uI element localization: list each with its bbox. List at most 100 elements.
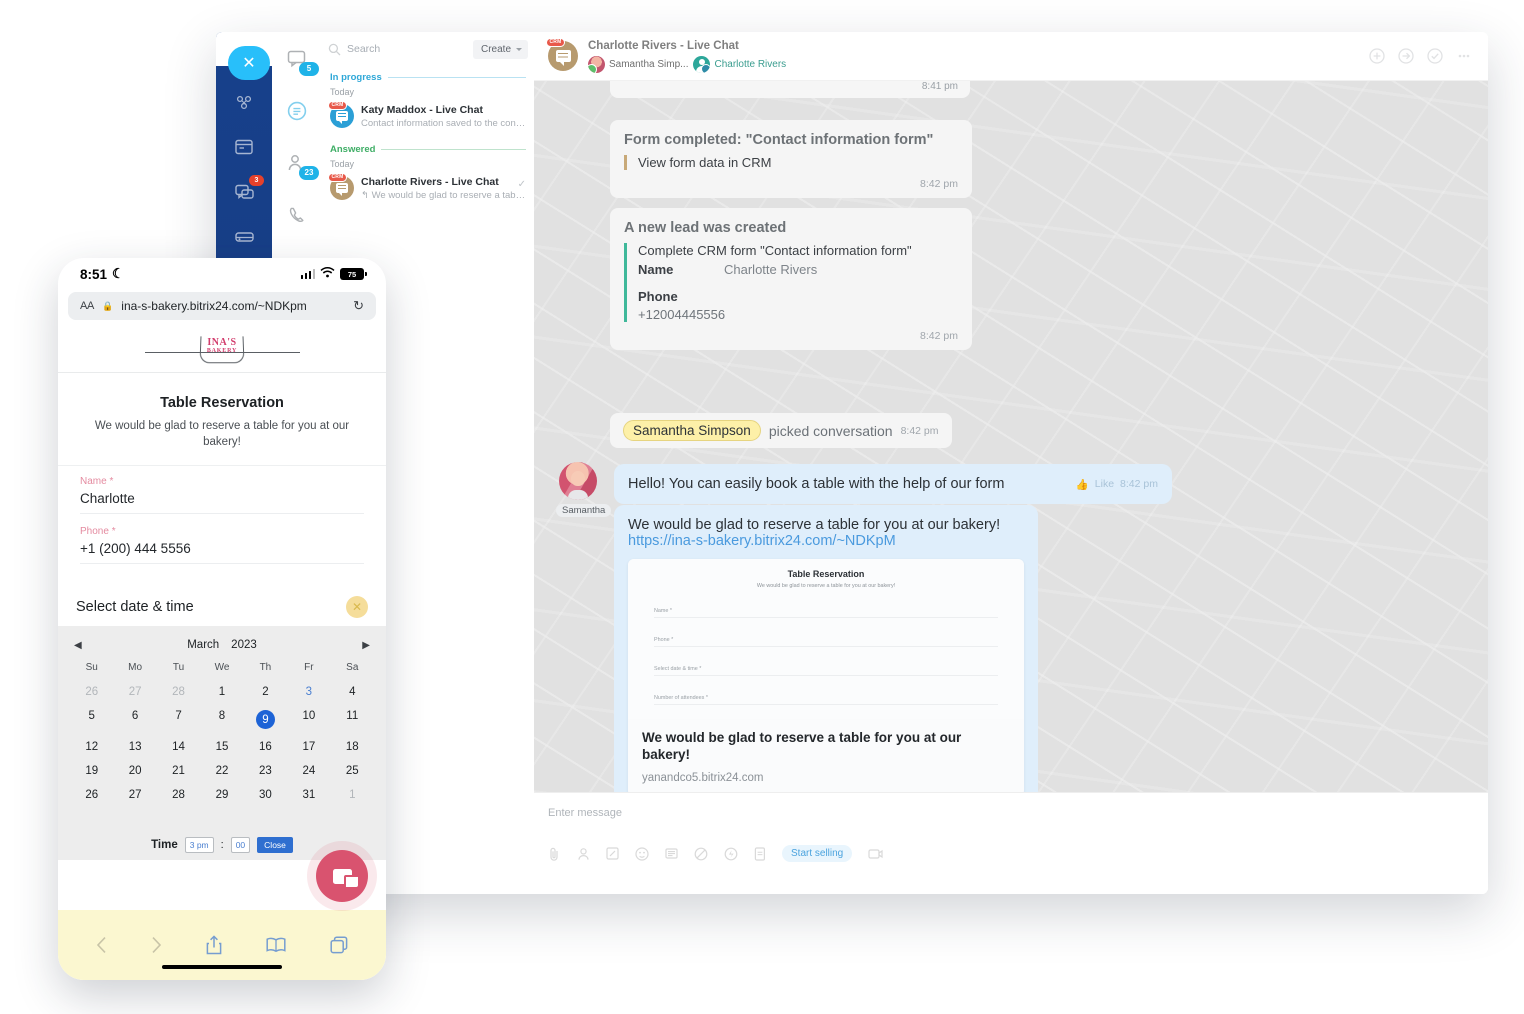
calendar-day-cell[interactable]: 5 — [70, 704, 113, 735]
emoji-icon[interactable] — [635, 846, 649, 861]
forward-icon[interactable] — [151, 936, 162, 954]
calendar-day-cell[interactable]: 14 — [157, 735, 200, 759]
create-label: Create — [480, 43, 511, 55]
calendar-day-cell[interactable]: 16 — [244, 735, 287, 759]
chat-message-area[interactable]: 8:41 pm Form completed: "Contact informa… — [534, 80, 1488, 793]
calendar-day-cell[interactable]: 22 — [200, 759, 243, 783]
browser-address-bar[interactable]: AA 🔒 ina-s-bakery.bitrix24.com/~NDKpm ↻ — [68, 292, 376, 320]
like-label[interactable]: Like — [1095, 478, 1114, 490]
participant-client[interactable]: Charlotte Rivers — [693, 55, 786, 73]
conversation-title: Charlotte Rivers - Live Chat — [361, 176, 499, 188]
calendar-month[interactable]: March — [187, 639, 219, 651]
block-icon[interactable] — [694, 847, 708, 861]
text-size-button[interactable]: AA — [80, 300, 94, 312]
calendar-day-cell[interactable]: 26 — [70, 680, 113, 704]
calendar-day-cell[interactable]: 24 — [287, 759, 330, 783]
field-label: Name * — [80, 476, 364, 487]
attach-icon[interactable] — [548, 847, 561, 861]
name-input[interactable]: Charlotte — [80, 487, 364, 514]
tasks-icon[interactable] — [216, 135, 272, 159]
back-icon[interactable] — [96, 936, 107, 954]
crm-icon[interactable] — [216, 90, 272, 114]
create-button[interactable]: Create — [472, 39, 528, 59]
bookmarks-icon[interactable] — [266, 937, 286, 953]
close-button[interactable]: Close — [257, 837, 293, 853]
snippet-icon[interactable] — [665, 847, 678, 860]
calendar-day-cell[interactable]: 8 — [200, 704, 243, 735]
calendar-day-cell[interactable]: 25 — [331, 759, 374, 783]
calendar-day-cell[interactable]: 9 — [244, 704, 287, 735]
hour-input[interactable]: 3 pm — [184, 837, 214, 853]
reload-icon[interactable]: ↻ — [353, 298, 364, 314]
plus-icon[interactable] — [1367, 46, 1387, 66]
calendar-day-cell[interactable]: 27 — [113, 680, 156, 704]
calendar-day-cell[interactable]: 1 — [331, 783, 374, 807]
openlines-icon[interactable] — [272, 98, 322, 124]
close-button[interactable]: ✕ — [228, 46, 270, 80]
calendar-day-cell[interactable]: 1 — [200, 680, 243, 704]
participant-operator[interactable]: Samantha Simp... — [588, 55, 688, 73]
calendar-day-cell[interactable]: 2 — [244, 680, 287, 704]
calendar-day-cell[interactable]: 30 — [244, 783, 287, 807]
calendar-day-cell[interactable]: 17 — [287, 735, 330, 759]
person-icon[interactable] — [577, 847, 590, 861]
calendar-day-cell[interactable]: 28 — [157, 680, 200, 704]
more-icon[interactable] — [1454, 46, 1474, 66]
file-icon[interactable] — [754, 846, 766, 861]
list-item[interactable]: CRM Katy Maddox - Live Chat Contact info… — [322, 101, 534, 138]
signature-icon[interactable] — [606, 847, 619, 860]
phone-icon[interactable] — [272, 202, 322, 228]
calendar-day-cell[interactable]: 13 — [113, 735, 156, 759]
calendar-day-cell[interactable]: 7 — [157, 704, 200, 735]
close-icon[interactable]: ✕ — [346, 596, 368, 618]
calendar-day-cell[interactable]: 26 — [70, 783, 113, 807]
chat-icon[interactable]: 3 — [216, 175, 272, 204]
like-icon[interactable]: 👍 — [1076, 478, 1089, 491]
calendar-day-cell[interactable]: 6 — [113, 704, 156, 735]
message-input[interactable]: Enter message — [534, 793, 1488, 819]
start-selling-button[interactable]: Start selling — [782, 845, 853, 862]
calendar-day-cell[interactable]: 20 — [113, 759, 156, 783]
phone-input[interactable]: +1 (200) 444 5556 — [80, 537, 364, 564]
message-text: We would be glad to reserve a table for … — [628, 517, 1001, 533]
calendar-day-cell[interactable]: 19 — [70, 759, 113, 783]
card-title: Form completed: "Contact information for… — [624, 132, 934, 148]
quick-icon[interactable] — [724, 847, 738, 861]
calendar-day-cell[interactable]: 21 — [157, 759, 200, 783]
messages-icon[interactable]: 5 — [272, 46, 322, 76]
minute-input[interactable]: 00 — [230, 837, 251, 853]
preview-form-subtitle: We would be glad to reserve a table for … — [756, 583, 896, 589]
view-form-data-link[interactable]: View form data in CRM — [638, 155, 958, 170]
tabs-icon[interactable] — [330, 936, 348, 954]
card-body: View form data in CRM — [624, 155, 958, 170]
calendar-day-cell[interactable]: 27 — [113, 783, 156, 807]
search-input[interactable]: Search — [347, 43, 467, 55]
link-preview-card[interactable]: Table Reservation We would be glad to re… — [628, 559, 1024, 793]
url-text[interactable]: ina-s-bakery.bitrix24.com/~NDKpm — [121, 299, 345, 313]
calendar-year[interactable]: 2023 — [231, 639, 257, 651]
calendar-day-cell[interactable]: 18 — [331, 735, 374, 759]
calendar-day-cell[interactable]: 12 — [70, 735, 113, 759]
crm-badge: CRM — [328, 101, 347, 110]
calendar-day-cell[interactable]: 4 — [331, 680, 374, 704]
calendar-day-cell[interactable]: 3 — [287, 680, 330, 704]
list-item[interactable]: CRM Charlotte Rivers - Live Chat ↰ We wo… — [322, 173, 534, 210]
forward-icon[interactable] — [1396, 46, 1416, 66]
contacts-icon[interactable]: 23 — [272, 150, 322, 180]
calendar-day-cell[interactable]: 29 — [200, 783, 243, 807]
chat-widget-button[interactable] — [316, 850, 368, 902]
calendar-day-cell[interactable]: 28 — [157, 783, 200, 807]
calendar-day-cell[interactable]: 23 — [244, 759, 287, 783]
check-circle-icon[interactable] — [1425, 46, 1445, 66]
message-link[interactable]: https://ina-s-bakery.bitrix24.com/~NDKpM — [628, 533, 1024, 549]
share-icon[interactable] — [206, 935, 222, 955]
next-month-button[interactable]: ▶ — [362, 640, 370, 651]
video-icon[interactable] — [868, 848, 883, 860]
calendar-day-cell[interactable]: 31 — [287, 783, 330, 807]
list-item-text: Katy Maddox - Live Chat Contact informat… — [361, 104, 526, 129]
drive-icon[interactable] — [216, 225, 272, 249]
prev-month-button[interactable]: ◀ — [74, 640, 82, 651]
calendar-day-cell[interactable]: 11 — [331, 704, 374, 735]
calendar-day-cell[interactable]: 10 — [287, 704, 330, 735]
calendar-day-cell[interactable]: 15 — [200, 735, 243, 759]
